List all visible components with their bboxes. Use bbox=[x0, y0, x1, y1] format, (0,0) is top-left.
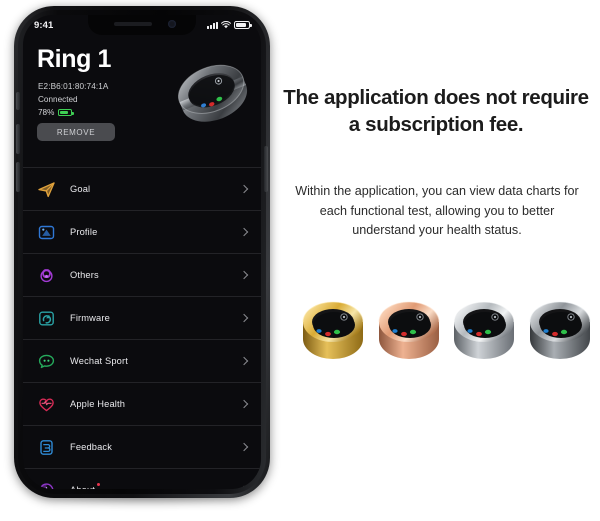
notch bbox=[88, 15, 196, 35]
subcopy-text: Within the application, you can view dat… bbox=[295, 184, 579, 238]
feedback-icon bbox=[37, 438, 56, 457]
headline-text: The application does not require a subsc… bbox=[283, 86, 589, 137]
front-camera-icon bbox=[168, 20, 176, 28]
chevron-right-icon bbox=[239, 313, 249, 323]
menu-item-label: Profile bbox=[70, 227, 98, 237]
phone-screen: 9:41 Ring 1 E2:B6:01:80:74:1A Connected … bbox=[23, 15, 261, 489]
profile-card-icon bbox=[37, 223, 56, 242]
firmware-chip-icon bbox=[37, 309, 56, 328]
device-ring-image bbox=[163, 51, 261, 137]
menu-item-label: Goal bbox=[70, 184, 91, 194]
ring-silver-image bbox=[451, 290, 519, 366]
ring-color-gallery bbox=[300, 288, 595, 368]
earpiece-speaker-icon bbox=[114, 22, 152, 26]
battery-percent-label: 78% bbox=[38, 108, 55, 117]
menu-item-wechat-sport[interactable]: Wechat Sport bbox=[23, 339, 261, 382]
menu-item-label: Wechat Sport bbox=[70, 356, 128, 366]
paper-plane-icon bbox=[37, 180, 56, 199]
status-badge bbox=[97, 483, 101, 486]
info-circle-icon bbox=[37, 481, 56, 489]
menu-item-text: About bbox=[70, 485, 95, 489]
device-battery-row: 78% bbox=[38, 108, 74, 117]
mute-switch[interactable] bbox=[16, 92, 20, 110]
status-bar-indicators bbox=[207, 21, 252, 29]
chevron-right-icon bbox=[239, 356, 249, 366]
wifi-icon bbox=[221, 21, 231, 29]
power-button[interactable] bbox=[264, 146, 268, 192]
menu-item-label: About bbox=[70, 483, 101, 489]
device-hero-panel: Ring 1 E2:B6:01:80:74:1A Connected 78% R… bbox=[23, 35, 261, 167]
chevron-right-icon bbox=[239, 270, 249, 280]
phone-mockup: 9:41 Ring 1 E2:B6:01:80:74:1A Connected … bbox=[8, 6, 276, 506]
menu-item-label: Others bbox=[70, 270, 99, 280]
menu-item-others[interactable]: Others bbox=[23, 253, 261, 296]
ring-gunmetal-image bbox=[527, 290, 595, 366]
menu-item-label: Firmware bbox=[70, 313, 110, 323]
ring-rose-gold-image bbox=[376, 290, 444, 366]
menu-item-apple-health[interactable]: Apple Health bbox=[23, 382, 261, 425]
menu-item-goal[interactable]: Goal bbox=[23, 167, 261, 210]
menu-item-about[interactable]: About bbox=[23, 468, 261, 489]
chevron-right-icon bbox=[239, 227, 249, 237]
page-title: Ring 1 bbox=[37, 45, 111, 73]
phone-frame: 9:41 Ring 1 E2:B6:01:80:74:1A Connected … bbox=[14, 6, 270, 498]
settings-menu-list: Goal Profile Others Firmware Wechat Spor… bbox=[23, 167, 261, 489]
cellular-signal-icon bbox=[207, 21, 218, 29]
screenshot-root: 9:41 Ring 1 E2:B6:01:80:74:1A Connected … bbox=[0, 0, 600, 521]
chevron-right-icon bbox=[239, 442, 249, 452]
status-bar-time: 9:41 bbox=[34, 19, 54, 31]
chat-bubble-icon bbox=[37, 352, 56, 371]
heart-icon bbox=[37, 395, 56, 414]
menu-item-profile[interactable]: Profile bbox=[23, 210, 261, 253]
atom-icon bbox=[37, 266, 56, 285]
volume-up-button[interactable] bbox=[16, 124, 20, 154]
chevron-right-icon bbox=[239, 485, 249, 489]
menu-item-label: Feedback bbox=[70, 442, 113, 452]
connection-status: Connected bbox=[38, 95, 78, 104]
menu-item-feedback[interactable]: Feedback bbox=[23, 425, 261, 468]
volume-down-button[interactable] bbox=[16, 162, 20, 192]
menu-item-firmware[interactable]: Firmware bbox=[23, 296, 261, 339]
menu-item-label: Apple Health bbox=[70, 399, 126, 409]
battery-icon bbox=[234, 21, 252, 29]
remove-button[interactable]: REMOVE bbox=[37, 123, 115, 141]
ring-gold-image bbox=[300, 290, 368, 366]
chevron-right-icon bbox=[239, 184, 249, 194]
device-mac-address: E2:B6:01:80:74:1A bbox=[38, 82, 109, 91]
chevron-right-icon bbox=[239, 399, 249, 409]
device-battery-icon bbox=[58, 109, 74, 116]
